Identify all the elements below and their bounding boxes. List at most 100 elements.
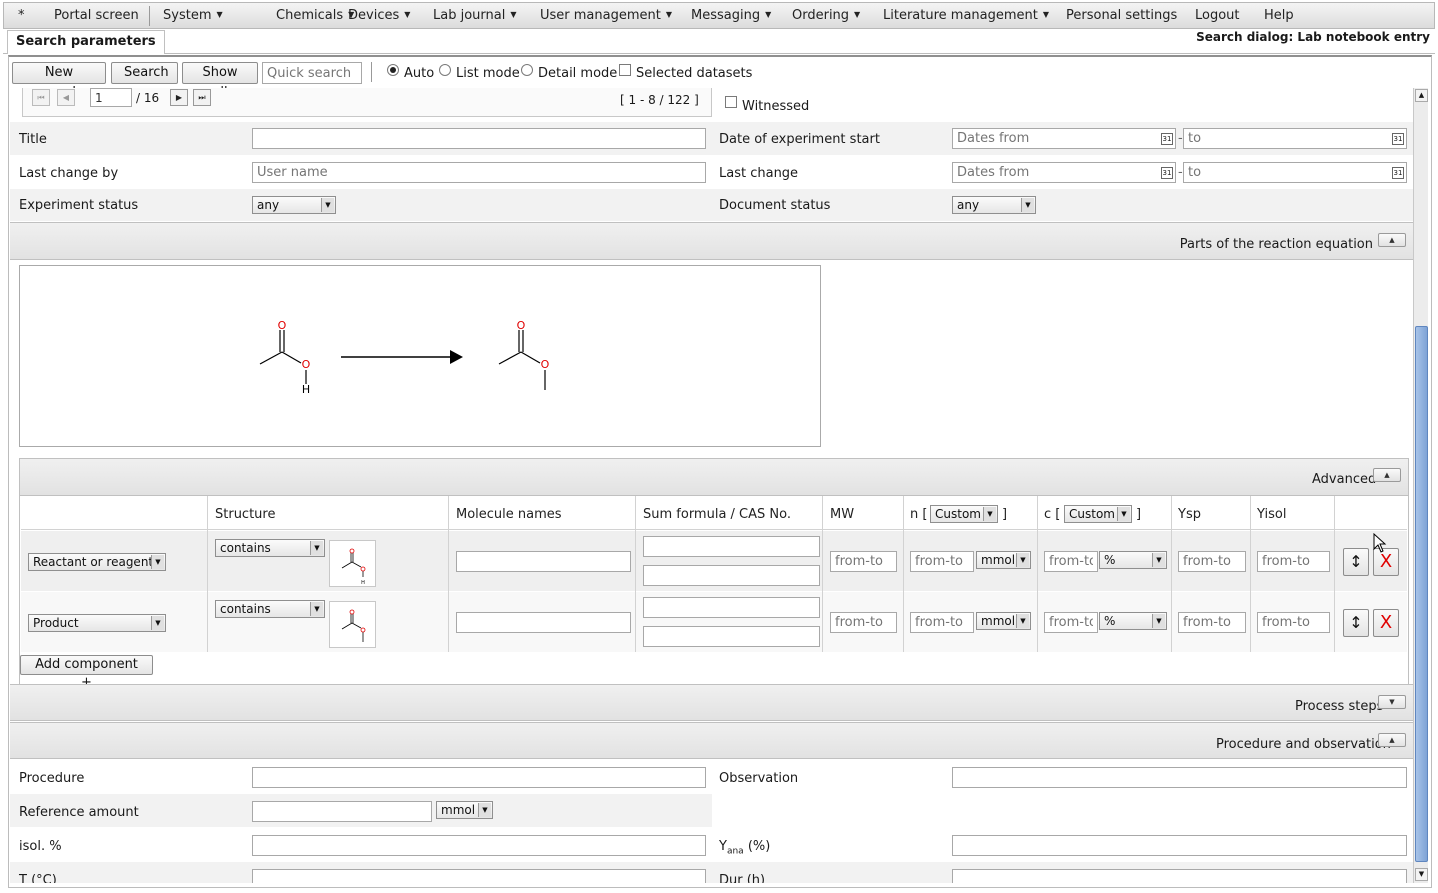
next-page-icon[interactable]: ▶: [170, 89, 188, 106]
search-button[interactable]: Search: [111, 62, 178, 84]
delete-row-icon[interactable]: X: [1373, 609, 1399, 637]
scroll-down-icon[interactable]: ▼: [1415, 868, 1428, 881]
reorder-handle-icon[interactable]: ↕: [1343, 609, 1369, 637]
sum-formula-input[interactable]: [643, 597, 820, 618]
menu-user-management[interactable]: User management ▼: [540, 8, 672, 23]
menu-help[interactable]: Help: [1264, 8, 1294, 23]
vertical-scrollbar[interactable]: ▲ ▼: [1413, 88, 1428, 883]
auto-mode-radio[interactable]: [387, 64, 399, 76]
yisol-range-input[interactable]: [1257, 551, 1330, 572]
temperature-input[interactable]: [252, 869, 706, 883]
menu-personal-settings[interactable]: Personal settings: [1066, 8, 1177, 23]
procedure-observation-header[interactable]: [10, 722, 1413, 759]
molecule-names-input[interactable]: [456, 551, 631, 572]
structure-thumbnail[interactable]: H: [329, 540, 376, 587]
show-all-button[interactable]: Show all: [182, 62, 258, 100]
yisol-range-input[interactable]: [1257, 612, 1330, 633]
chevron-down-icon: ▼: [1042, 10, 1050, 19]
calendar-icon[interactable]: 31: [1392, 133, 1404, 145]
structure-match-select[interactable]: contains ▼: [215, 600, 325, 618]
collapse-icon[interactable]: ▲: [1378, 233, 1406, 247]
first-page-icon[interactable]: ⏮: [32, 89, 50, 106]
advanced-section-header[interactable]: [20, 459, 1408, 496]
n-unit-custom-select[interactable]: Custom ▼: [930, 505, 998, 523]
menu-chemicals[interactable]: Chemicals ▼: [276, 8, 354, 23]
witnessed-checkbox[interactable]: [725, 96, 737, 108]
reaction-canvas[interactable]: O O H O O: [19, 265, 821, 447]
collapse-icon[interactable]: ▲: [1373, 468, 1401, 482]
tab-search-parameters[interactable]: Search parameters: [7, 30, 165, 54]
experiment-status-select[interactable]: any ▼: [252, 196, 336, 214]
quick-search-input[interactable]: [262, 62, 362, 84]
menu-literature-management[interactable]: Literature management ▼: [883, 8, 1049, 23]
prev-page-icon[interactable]: ◀: [57, 89, 75, 106]
scroll-thumb[interactable]: [1415, 326, 1428, 862]
reaction-arrow-head-icon: [450, 350, 463, 364]
expand-icon[interactable]: ▼: [1378, 695, 1406, 709]
n-unit-select[interactable]: mmol ▼: [976, 551, 1031, 569]
sum-formula-input[interactable]: [643, 536, 820, 557]
add-component-button[interactable]: Add component +: [20, 655, 153, 690]
c-unit-custom-select[interactable]: Custom ▼: [1064, 505, 1132, 523]
reference-unit-value: mmol: [441, 803, 476, 817]
reorder-handle-icon[interactable]: ↕: [1343, 548, 1369, 576]
yana-input[interactable]: [952, 835, 1407, 856]
menu-portal-screen[interactable]: Portal screen: [54, 8, 139, 23]
observation-input[interactable]: [952, 767, 1407, 788]
menu-devices[interactable]: Devices ▼: [348, 8, 410, 23]
structure-thumbnail[interactable]: [329, 601, 376, 648]
yana-subscript: ana: [726, 846, 744, 857]
duration-input[interactable]: [952, 869, 1407, 883]
mw-range-input[interactable]: [830, 612, 897, 633]
page-number-input[interactable]: [90, 88, 132, 107]
c-unit-select[interactable]: % ▼: [1099, 612, 1167, 630]
collapse-icon[interactable]: ▲: [1378, 733, 1406, 747]
menu-ordering[interactable]: Ordering ▼: [792, 8, 860, 23]
ysp-range-input[interactable]: [1178, 551, 1246, 572]
last-change-label: Last change: [719, 166, 799, 181]
last-change-from-input[interactable]: [952, 162, 1176, 183]
reference-amount-input[interactable]: [252, 801, 432, 822]
procedure-input[interactable]: [252, 767, 706, 788]
mw-range-input[interactable]: [830, 551, 897, 572]
last-change-to-input[interactable]: [1183, 162, 1407, 183]
cas-number-input[interactable]: [643, 626, 820, 647]
document-status-select[interactable]: any ▼: [952, 196, 1036, 214]
chevron-down-icon: ▼: [310, 541, 323, 555]
date-start-to-input[interactable]: [1183, 128, 1407, 149]
component-role-select[interactable]: Product ▼: [28, 614, 166, 632]
last-change-by-input[interactable]: [252, 162, 706, 183]
new-search-button[interactable]: New search: [12, 62, 106, 100]
component-role-select[interactable]: Reactant or reagent ▼: [28, 553, 166, 571]
chevron-down-icon: ▼: [151, 616, 164, 630]
menu-system[interactable]: System ▼: [163, 8, 223, 23]
process-steps-header[interactable]: [10, 684, 1413, 721]
n-unit-select[interactable]: mmol ▼: [976, 612, 1031, 630]
menu-logout[interactable]: Logout: [1195, 8, 1240, 23]
title-input[interactable]: [252, 128, 706, 149]
last-page-icon[interactable]: ⏭: [193, 89, 211, 106]
yana-label: Yana (%): [719, 839, 770, 857]
list-mode-radio[interactable]: [439, 64, 451, 76]
n-range-input[interactable]: [910, 612, 974, 633]
menu-star[interactable]: *: [18, 8, 25, 23]
c-range-input[interactable]: [1044, 551, 1098, 572]
n-range-input[interactable]: [910, 551, 974, 572]
calendar-icon[interactable]: 31: [1161, 133, 1173, 145]
ysp-range-input[interactable]: [1178, 612, 1246, 633]
date-start-from-input[interactable]: [952, 128, 1176, 149]
molecule-names-input[interactable]: [456, 612, 631, 633]
reference-unit-select[interactable]: mmol ▼: [436, 801, 493, 819]
calendar-icon[interactable]: 31: [1392, 167, 1404, 179]
calendar-icon[interactable]: 31: [1161, 167, 1173, 179]
c-unit-select[interactable]: % ▼: [1099, 551, 1167, 569]
isol-input[interactable]: [252, 835, 706, 856]
menu-lab-journal[interactable]: Lab journal ▼: [433, 8, 517, 23]
menu-messaging[interactable]: Messaging ▼: [691, 8, 771, 23]
structure-match-select[interactable]: contains ▼: [215, 539, 325, 557]
detail-mode-radio[interactable]: [521, 64, 533, 76]
c-range-input[interactable]: [1044, 612, 1098, 633]
scroll-up-icon[interactable]: ▲: [1415, 89, 1428, 102]
cas-number-input[interactable]: [643, 565, 820, 586]
selected-datasets-checkbox[interactable]: [619, 64, 631, 76]
